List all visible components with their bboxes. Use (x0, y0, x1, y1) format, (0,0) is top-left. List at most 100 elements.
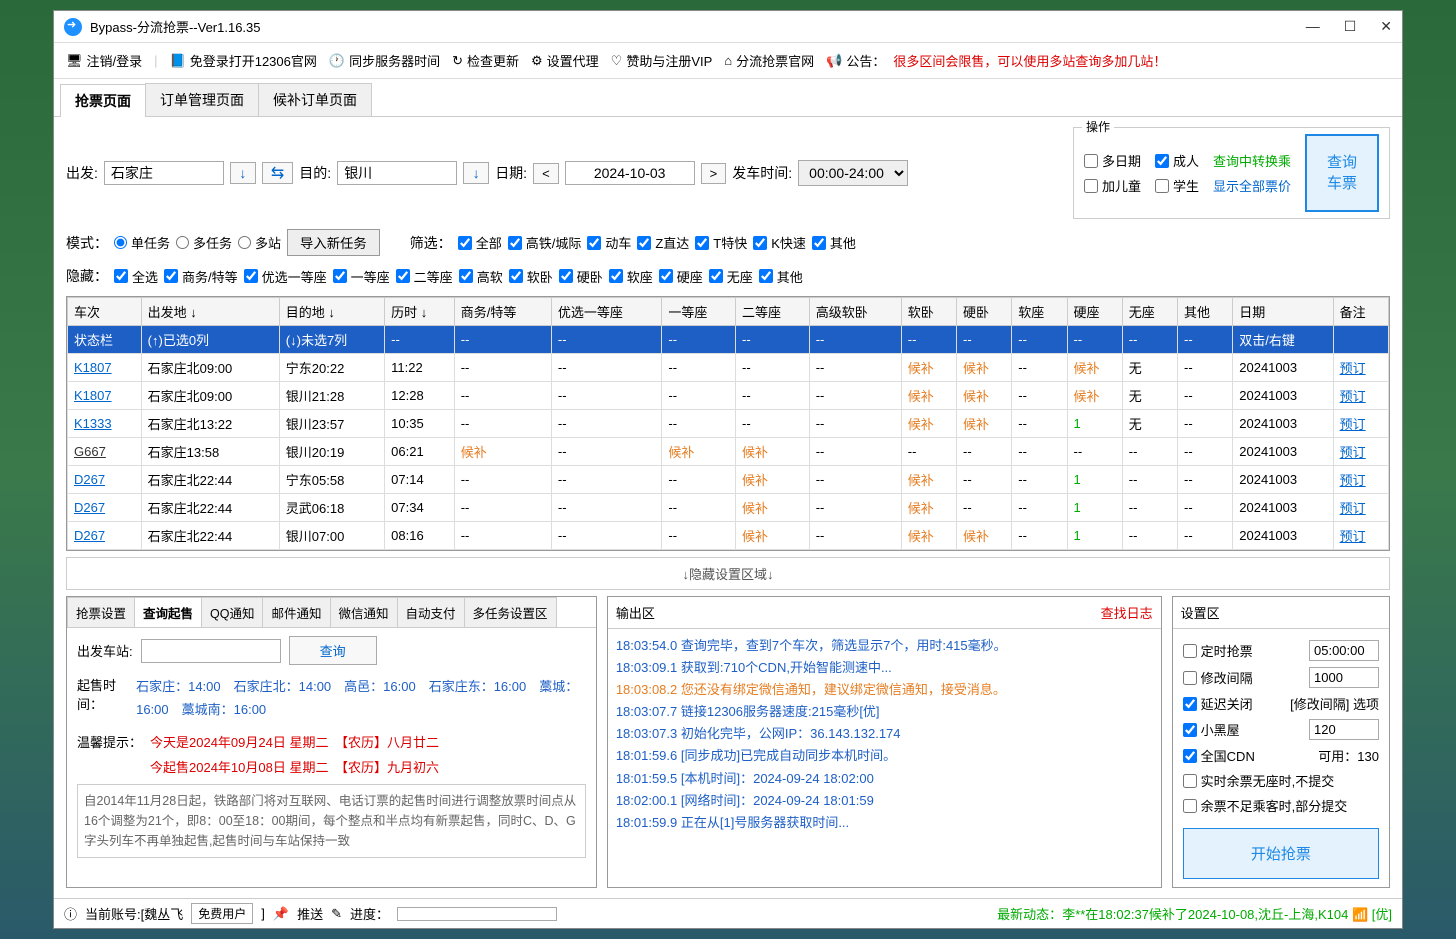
subtab-wechat[interactable]: 微信通知 (330, 597, 398, 627)
tab-orders[interactable]: 订单管理页面 (145, 83, 259, 116)
close-button[interactable]: ✕ (1380, 18, 1392, 35)
official-site-button[interactable]: ⌂分流抢票官网 (720, 49, 818, 72)
sale-query-button[interactable]: 查询 (289, 636, 377, 665)
hide-rz[interactable]: 软座 (609, 267, 653, 286)
hide-gr[interactable]: 高软 (459, 267, 503, 286)
col-header[interactable]: 软座 (1012, 298, 1067, 326)
hide-ed[interactable]: 二等座 (396, 267, 453, 286)
hide-other[interactable]: 其他 (759, 267, 803, 286)
col-header[interactable]: 硬座 (1067, 298, 1122, 326)
set-timed-grab[interactable]: 定时抢票 (1183, 641, 1253, 660)
subtab-multitask[interactable]: 多任务设置区 (464, 597, 557, 627)
timed-grab-input[interactable] (1309, 640, 1379, 661)
table-row[interactable]: K1807石家庄北09:00宁东20:2211:22----------候补候补… (68, 354, 1389, 382)
vip-button[interactable]: ♡赞助与注册VIP (607, 49, 717, 72)
set-cdn[interactable]: 全国CDN (1183, 746, 1255, 765)
show-price-link[interactable]: 显示全部票价 (1213, 176, 1291, 195)
start-grab-button[interactable]: 开始抢票 (1183, 828, 1379, 879)
set-blackroom[interactable]: 小黑屋 (1183, 720, 1240, 739)
col-header[interactable]: 高级软卧 (809, 298, 901, 326)
filter-all[interactable]: 全部 (458, 233, 502, 252)
swap-button[interactable]: ⇆ (262, 162, 293, 184)
table-row[interactable]: K1333石家庄北13:22银川23:5710:35----------候补候补… (68, 410, 1389, 438)
proxy-button[interactable]: ⚙设置代理 (527, 49, 603, 72)
filter-t[interactable]: T特快 (695, 233, 747, 252)
hide-rw[interactable]: 软卧 (509, 267, 553, 286)
blackroom-input[interactable] (1309, 719, 1379, 740)
col-header[interactable]: 车次 (68, 298, 142, 326)
col-header[interactable]: 历时 ↓ (385, 298, 455, 326)
col-header[interactable]: 硬卧 (957, 298, 1012, 326)
child-checkbox[interactable]: 加儿童 (1084, 176, 1141, 195)
hide-yd[interactable]: 一等座 (333, 267, 390, 286)
col-header[interactable]: 二等座 (736, 298, 810, 326)
col-header[interactable]: 备注 (1333, 298, 1388, 326)
table-row[interactable]: G667石家庄13:58银川20:1906:21候补--候补候补--------… (68, 438, 1389, 466)
depart-input[interactable] (104, 161, 224, 185)
col-header[interactable]: 商务/特等 (454, 298, 551, 326)
tab-grab[interactable]: 抢票页面 (60, 84, 146, 117)
col-header[interactable]: 一等座 (662, 298, 736, 326)
col-header[interactable]: 其他 (1178, 298, 1233, 326)
edit-icon[interactable]: ✎ (331, 906, 342, 922)
transfer-link[interactable]: 查询中转换乘 (1213, 151, 1291, 170)
filter-other[interactable]: 其他 (812, 233, 856, 252)
tab-waitlist[interactable]: 候补订单页面 (258, 83, 372, 116)
minimize-button[interactable]: — (1306, 18, 1320, 35)
table-row[interactable]: D267石家庄北22:44银川07:0008:16------候补--候补候补-… (68, 522, 1389, 550)
hide-settings-toggle[interactable]: ↓隐藏设置区域↓ (66, 557, 1390, 590)
subtab-autopay[interactable]: 自动支付 (397, 597, 465, 627)
hide-sw[interactable]: 商务/特等 (164, 267, 238, 286)
view-log-link[interactable]: 查找日志 (1101, 603, 1153, 622)
mode-multistation-radio[interactable]: 多站 (238, 233, 281, 252)
sale-station-input[interactable] (141, 639, 281, 663)
hide-wz[interactable]: 无座 (709, 267, 753, 286)
table-row[interactable]: K1807石家庄北09:00银川21:2812:28----------候补候补… (68, 382, 1389, 410)
set-partial-submit[interactable]: 余票不足乘客时,部分提交 (1183, 796, 1348, 815)
table-row[interactable]: D267石家庄北22:44灵武06:1807:34------候补--候补---… (68, 494, 1389, 522)
student-checkbox[interactable]: 学生 (1155, 176, 1199, 195)
hide-yw[interactable]: 硬卧 (559, 267, 603, 286)
col-header[interactable]: 优选一等座 (551, 298, 661, 326)
table-row[interactable]: D267石家庄北22:44宁东05:5807:14------候补--候补---… (68, 466, 1389, 494)
col-header[interactable]: 目的地 ↓ (279, 298, 384, 326)
multidate-checkbox[interactable]: 多日期 (1084, 151, 1141, 170)
maximize-button[interactable]: ☐ (1344, 18, 1357, 35)
hide-yx[interactable]: 优选一等座 (244, 267, 327, 286)
user-type-badge[interactable]: 免费用户 (191, 903, 253, 924)
subtab-sale-query[interactable]: 查询起售 (134, 597, 202, 627)
mode-multi-radio[interactable]: 多任务 (176, 233, 232, 252)
col-header[interactable]: 软卧 (901, 298, 956, 326)
subtab-grab-settings[interactable]: 抢票设置 (67, 597, 135, 627)
filter-z[interactable]: Z直达 (637, 233, 689, 252)
set-interval[interactable]: 修改间隔 (1183, 668, 1253, 687)
time-select[interactable]: 00:00-24:00 (798, 160, 908, 186)
hide-all[interactable]: 全选 (114, 267, 158, 286)
mode-single-radio[interactable]: 单任务 (114, 233, 170, 252)
date-prev-button[interactable]: < (533, 163, 559, 184)
date-input[interactable] (565, 161, 695, 185)
set-delay-close[interactable]: 延迟关闭 (1183, 694, 1253, 713)
import-task-button[interactable]: 导入新任务 (287, 229, 380, 256)
date-next-button[interactable]: > (701, 163, 727, 184)
col-header[interactable]: 出发地 ↓ (141, 298, 279, 326)
subtab-qq[interactable]: QQ通知 (201, 597, 263, 627)
sync-time-button[interactable]: 🕐同步服务器时间 (325, 49, 444, 72)
query-tickets-button[interactable]: 查询车票 (1305, 134, 1379, 212)
subtab-mail[interactable]: 邮件通知 (262, 597, 330, 627)
filter-d[interactable]: 动车 (587, 233, 631, 252)
open-12306-button[interactable]: 📘免登录打开12306官网 (166, 49, 321, 72)
interval-input[interactable] (1309, 667, 1379, 688)
adult-checkbox[interactable]: 成人 (1155, 151, 1199, 170)
depart-dropdown-icon[interactable]: ↓ (230, 162, 256, 184)
col-header[interactable]: 无座 (1122, 298, 1177, 326)
filter-gc[interactable]: 高铁/城际 (508, 233, 582, 252)
logout-button[interactable]: 🖥注销/登录 (62, 49, 146, 72)
dest-input[interactable] (337, 161, 457, 185)
filter-k[interactable]: K快速 (753, 233, 806, 252)
check-update-button[interactable]: ↻检查更新 (448, 49, 523, 72)
col-header[interactable]: 日期 (1233, 298, 1333, 326)
set-nowz-nosubmit[interactable]: 实时余票无座时,不提交 (1183, 771, 1335, 790)
hide-yz[interactable]: 硬座 (659, 267, 703, 286)
dest-dropdown-icon[interactable]: ↓ (463, 162, 489, 184)
